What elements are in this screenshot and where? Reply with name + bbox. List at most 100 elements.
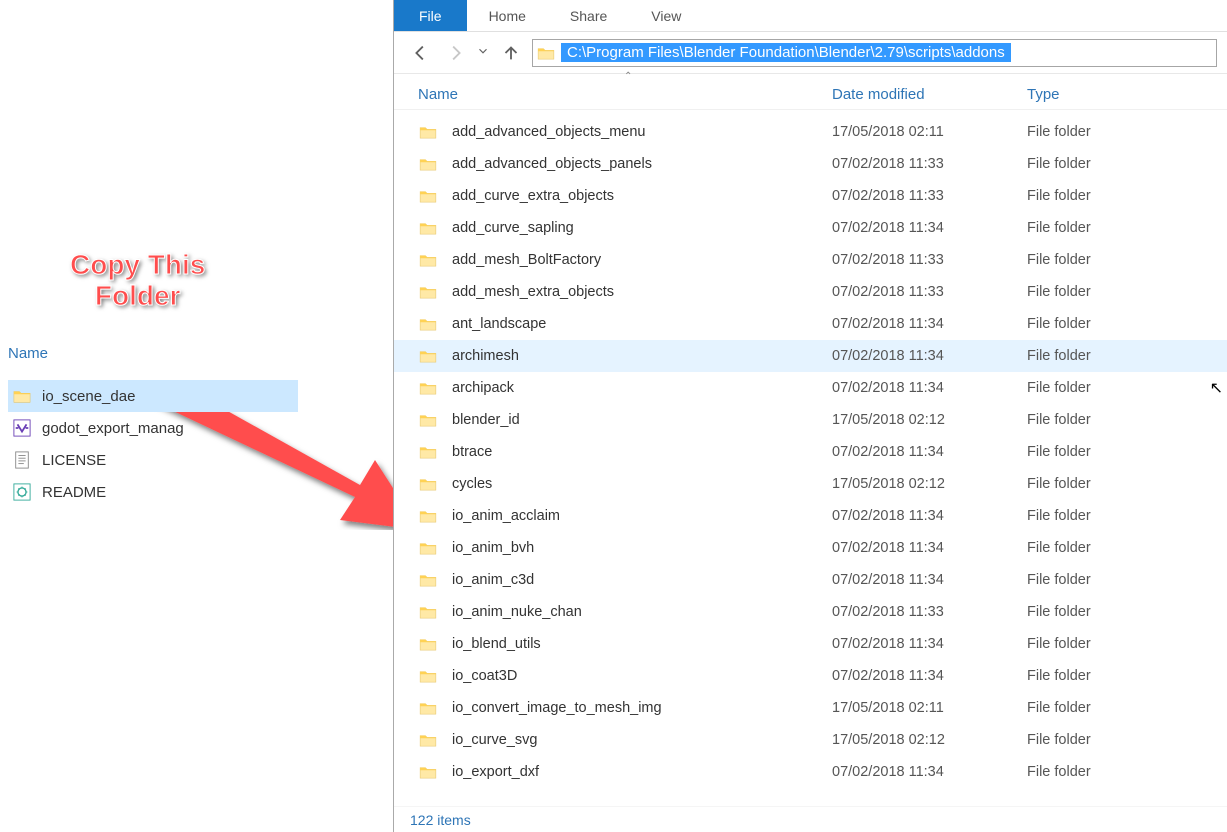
source-pane: Copy This Folder Name io_scene_daegodot_… (0, 0, 390, 832)
file-name: io_anim_acclaim (452, 508, 560, 524)
column-header-name[interactable]: Name (394, 86, 824, 103)
source-item-label: godot_export_manag (42, 420, 184, 437)
address-bar[interactable]: C:\Program Files\Blender Foundation\Blen… (532, 39, 1217, 67)
folder-icon (418, 250, 438, 270)
folder-icon (418, 666, 438, 686)
file-date: 07/02/2018 11:33 (824, 252, 1019, 268)
file-name: io_blend_utils (452, 636, 541, 652)
file-row[interactable]: io_export_dxf07/02/2018 11:34File folder (394, 756, 1227, 788)
file-type: File folder (1019, 540, 1227, 556)
file-row[interactable]: add_mesh_BoltFactory07/02/2018 11:33File… (394, 244, 1227, 276)
tab-share[interactable]: Share (548, 0, 629, 31)
tab-view[interactable]: View (629, 0, 703, 31)
file-name: archimesh (452, 348, 519, 364)
file-row[interactable]: add_advanced_objects_panels 07/02/2018 11… (394, 148, 1227, 180)
folder-icon (418, 154, 438, 174)
file-row[interactable]: archipack 07/02/2018 11:34File folder (394, 372, 1227, 404)
file-row[interactable]: io_coat3D07/02/2018 11:34File folder (394, 660, 1227, 692)
file-row[interactable]: io_anim_c3d07/02/2018 11:34File folder (394, 564, 1227, 596)
file-type: File folder (1019, 316, 1227, 332)
file-row[interactable]: io_anim_nuke_chan 07/02/2018 11:33File fo… (394, 596, 1227, 628)
left-column-header-name[interactable]: Name (8, 345, 48, 362)
file-date: 17/05/2018 02:12 (824, 732, 1019, 748)
file-type: File folder (1019, 508, 1227, 524)
mouse-cursor-icon: ↖ (1210, 378, 1223, 398)
file-name: io_anim_bvh (452, 540, 534, 556)
file-row[interactable]: add_mesh_extra_objects07/02/2018 11:33Fi… (394, 276, 1227, 308)
file-type: File folder (1019, 380, 1227, 396)
file-row[interactable]: archimesh07/02/2018 11:34File folder (394, 340, 1227, 372)
file-row[interactable]: add_curve_sapling07/02/2018 11:34File fo… (394, 212, 1227, 244)
column-header-type[interactable]: Type (1019, 86, 1227, 103)
file-date: 07/02/2018 11:34 (824, 220, 1019, 236)
file-name: io_convert_image_to_mesh_img (452, 700, 662, 716)
file-type: File folder (1019, 252, 1227, 268)
source-item[interactable]: README (8, 476, 298, 508)
source-item[interactable]: io_scene_dae (8, 380, 298, 412)
file-list[interactable]: add_advanced_objects_menu 17/05/2018 02:1… (394, 116, 1227, 804)
folder-icon (418, 762, 438, 782)
file-date: 07/02/2018 11:33 (824, 156, 1019, 172)
file-name: add_advanced_objects_menu (452, 124, 645, 140)
file-row[interactable]: io_anim_acclaim 07/02/2018 11:34File fold… (394, 500, 1227, 532)
file-date: 07/02/2018 11:33 (824, 604, 1019, 620)
ribbon-tabs: File Home Share View (394, 0, 1227, 32)
file-name: blender_id (452, 412, 520, 428)
file-row[interactable]: ant_landscape 07/02/2018 11:34File folder (394, 308, 1227, 340)
file-date: 07/02/2018 11:34 (824, 380, 1019, 396)
column-header-date[interactable]: Date modified (824, 86, 1019, 103)
tab-file[interactable]: File (394, 0, 467, 31)
column-headers: ⌃ Name Date modified Type (394, 74, 1227, 110)
nav-up-button[interactable] (498, 40, 524, 66)
folder-icon (418, 314, 438, 334)
folder-icon (418, 602, 438, 622)
file-type: File folder (1019, 636, 1227, 652)
nav-back-button[interactable] (408, 40, 434, 66)
source-item-label: io_scene_dae (42, 388, 135, 405)
file-row[interactable]: io_convert_image_to_mesh_img17/05/2018 0… (394, 692, 1227, 724)
file-type: File folder (1019, 188, 1227, 204)
file-date: 17/05/2018 02:12 (824, 476, 1019, 492)
folder-icon (418, 698, 438, 718)
tab-home[interactable]: Home (467, 0, 548, 31)
nav-history-dropdown[interactable] (476, 44, 490, 61)
file-name: archipack (452, 380, 514, 396)
file-date: 07/02/2018 11:33 (824, 188, 1019, 204)
file-row[interactable]: io_curve_svg17/05/2018 02:12File folder (394, 724, 1227, 756)
file-name: io_anim_nuke_chan (452, 604, 582, 620)
file-date: 17/05/2018 02:11 (824, 124, 1019, 140)
folder-icon (418, 218, 438, 238)
file-row[interactable]: add_curve_extra_objects07/02/2018 11:33F… (394, 180, 1227, 212)
file-type: File folder (1019, 700, 1227, 716)
source-item[interactable]: LICENSE (8, 444, 298, 476)
file-date: 07/02/2018 11:34 (824, 316, 1019, 332)
folder-icon (418, 506, 438, 526)
file-row[interactable]: add_advanced_objects_menu 17/05/2018 02:1… (394, 116, 1227, 148)
file-date: 07/02/2018 11:34 (824, 444, 1019, 460)
source-item-label: LICENSE (42, 452, 106, 469)
source-item[interactable]: godot_export_manag (8, 412, 298, 444)
file-name: add_curve_sapling (452, 220, 574, 236)
config-icon (12, 482, 32, 502)
file-row[interactable]: btrace07/02/2018 11:34File folder (394, 436, 1227, 468)
file-name: add_advanced_objects_panels (452, 156, 652, 172)
explorer-window: File Home Share View C:\Program Files\Bl… (393, 0, 1227, 832)
status-bar: 122 items (394, 806, 1227, 832)
file-name: ant_landscape (452, 316, 546, 332)
file-row[interactable]: io_anim_bvh07/02/2018 11:34File folder (394, 532, 1227, 564)
folder-icon (418, 570, 438, 590)
address-path-text[interactable]: C:\Program Files\Blender Foundation\Blen… (561, 43, 1011, 62)
file-type: File folder (1019, 348, 1227, 364)
file-date: 07/02/2018 11:34 (824, 508, 1019, 524)
folder-icon (418, 442, 438, 462)
file-type: File folder (1019, 604, 1227, 620)
file-row[interactable]: io_blend_utils07/02/2018 11:34File folde… (394, 628, 1227, 660)
folder-icon (537, 46, 555, 60)
file-row[interactable]: cycles17/05/2018 02:12File folder (394, 468, 1227, 500)
file-type: File folder (1019, 124, 1227, 140)
file-row[interactable]: blender_id17/05/2018 02:12File folder (394, 404, 1227, 436)
file-name: io_export_dxf (452, 764, 539, 780)
file-name: btrace (452, 444, 492, 460)
folder-icon (418, 186, 438, 206)
nav-forward-button (442, 40, 468, 66)
